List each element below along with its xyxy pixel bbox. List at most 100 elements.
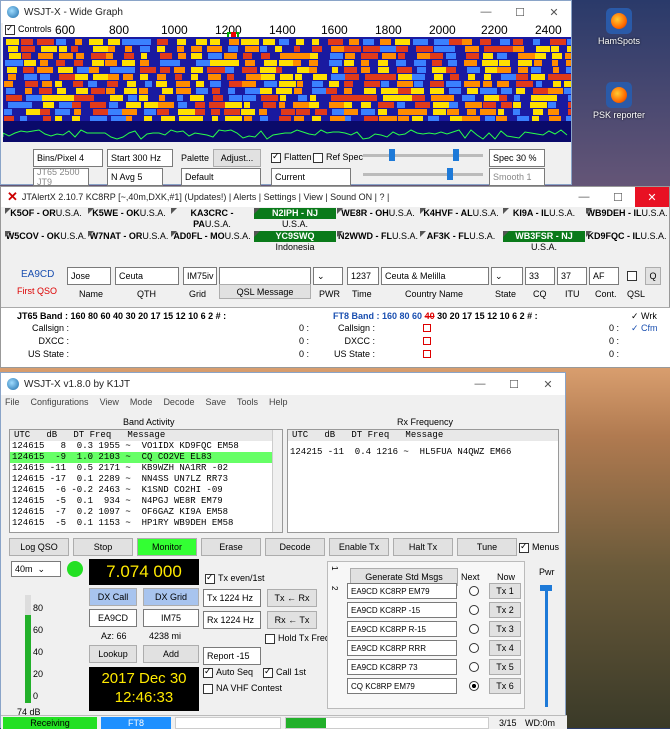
callsign-cell[interactable]: WB3FSR - NJ U.S.A. — [503, 231, 585, 253]
rx-frequency-panel[interactable]: UTC dB DT Freq Message 124215 -11 0.4 12… — [287, 429, 559, 533]
jt65-jt9-spinbox[interactable]: JT65 2500 JT9 — [33, 167, 89, 187]
tab-2[interactable]: 2 — [330, 586, 339, 590]
callsign-cell[interactable]: KA3CRC - PAU.S.A. — [171, 208, 253, 230]
next-radio[interactable] — [469, 586, 479, 596]
halt-tx-button[interactable]: Halt Tx — [393, 538, 453, 556]
report-spinbox[interactable]: Report -15 — [203, 647, 261, 665]
close-button[interactable]: ✕ — [635, 187, 669, 207]
current-select[interactable]: Current — [271, 168, 351, 186]
menu-tools[interactable]: Tools — [237, 397, 258, 409]
next-radio[interactable] — [469, 624, 479, 634]
minimize-button[interactable]: — — [469, 1, 503, 23]
enable-tx-button[interactable]: Enable Tx — [329, 538, 389, 556]
tx-even-checkbox[interactable] — [205, 573, 215, 584]
menu-file[interactable]: File — [5, 397, 20, 409]
flatten-checkbox[interactable] — [271, 152, 281, 163]
next-radio[interactable] — [469, 681, 479, 691]
tx-even-option[interactable]: Tx even/1st — [205, 573, 265, 584]
palette-select[interactable]: Default — [181, 168, 261, 186]
band-activity-scrollbar[interactable] — [272, 430, 282, 532]
start-freq-spinbox[interactable]: Start 300 Hz — [107, 149, 173, 167]
time-field[interactable]: 1237 — [347, 267, 379, 285]
cont-select[interactable]: AF — [589, 267, 619, 285]
grid-field[interactable]: IM75iv — [183, 267, 217, 285]
tab-1[interactable]: 1 — [330, 566, 339, 570]
monitor-button[interactable]: Monitor — [137, 538, 197, 556]
controls-toggle[interactable]: Controls — [5, 24, 52, 35]
decode-row[interactable]: 124615 -5 0.1 934 ~ N4PGJ WE8R EM79 — [10, 496, 282, 507]
ref-spec-checkbox[interactable] — [313, 152, 323, 163]
tx-1-button[interactable]: Tx 1 — [489, 583, 521, 599]
rx-freq-spinbox[interactable]: Rx 1224 Hz — [203, 611, 261, 629]
menu-mode[interactable]: Mode — [130, 397, 153, 409]
callsign-cell[interactable]: K5OF - ORU.S.A. — [5, 208, 87, 230]
qth-field[interactable]: Ceuta — [115, 267, 179, 285]
add-button[interactable]: Add — [143, 645, 199, 663]
adjust-button[interactable]: Adjust... — [213, 149, 261, 167]
smooth-spinbox[interactable]: Smooth 1 — [489, 168, 545, 186]
callsign-cell[interactable]: KI9A - ILU.S.A. — [503, 208, 585, 230]
maximize-button[interactable]: ☐ — [601, 187, 635, 207]
band-activity-panel[interactable]: UTC dB DT Freq Message 124615 8 0.3 1955… — [9, 429, 283, 533]
dx-call-button[interactable]: DX Call — [89, 588, 137, 606]
hold-tx-checkbox[interactable] — [265, 633, 275, 644]
n-avg-spinbox[interactable]: N Avg 5 — [107, 168, 163, 186]
next-radio[interactable] — [469, 643, 479, 653]
desktop-icon-hamspots[interactable]: HamSpots — [584, 8, 654, 46]
tx-2-button[interactable]: Tx 2 — [489, 602, 521, 618]
na-vhf-checkbox[interactable] — [203, 683, 213, 694]
menus-checkbox[interactable] — [519, 542, 529, 553]
tune-button[interactable]: Tune — [457, 538, 517, 556]
callsign-cell[interactable]: N2WWD - FLU.S.A. — [337, 231, 419, 253]
bins-per-pixel-spinbox[interactable]: Bins/Pixel 4 — [33, 149, 103, 167]
hold-tx-option[interactable]: Hold Tx Freq — [265, 633, 330, 644]
stop-button[interactable]: Stop — [73, 538, 133, 556]
qsl-message-button[interactable]: QSL Message — [219, 284, 311, 299]
flatten-option[interactable]: Flatten — [271, 152, 312, 163]
minimize-button[interactable]: — — [567, 187, 601, 207]
ref-spec-option[interactable]: Ref Spec — [313, 152, 363, 163]
power-slider[interactable] — [540, 585, 552, 707]
tx-3-button[interactable]: Tx 3 — [489, 621, 521, 637]
lookup-button[interactable]: Lookup — [89, 645, 137, 663]
tx-message-field[interactable]: EA9CD KC8RP -15 — [347, 602, 457, 618]
waterfall-display[interactable] — [3, 37, 571, 142]
callsign-cell[interactable]: W7NAT - ORU.S.A. — [88, 231, 170, 253]
callsign-cell[interactable]: W5COV - OKU.S.A. — [5, 231, 87, 253]
next-radio[interactable] — [469, 662, 479, 672]
menu-view[interactable]: View — [100, 397, 119, 409]
decode-row[interactable]: 124615 -17 0.1 2289 ~ NN4SS UN7LZ RR73 — [10, 474, 282, 485]
band-select[interactable]: 40m ⌄ — [11, 561, 61, 577]
qsl-message-field[interactable] — [219, 267, 311, 285]
decode-row[interactable]: 124615 8 0.3 1955 ~ VO1IDX KD9FQC EM58 — [10, 441, 282, 452]
na-vhf-option[interactable]: NA VHF Contest — [203, 683, 282, 694]
callsign-cell[interactable]: K5WE - OKU.S.A. — [88, 208, 170, 230]
decode-row[interactable]: 124615 -5 0.1 1153 ~ HP1RY WB9DEH EM58 — [10, 518, 282, 529]
gain-slider[interactable] — [363, 149, 483, 161]
callsign-cell[interactable]: WB9DEH - ILU.S.A. — [586, 208, 668, 230]
maximize-button[interactable]: ☐ — [503, 1, 537, 23]
menus-option[interactable]: Menus — [519, 542, 559, 553]
tx-message-field[interactable]: EA9CD KC8RP EM79 — [347, 583, 457, 599]
dx-grid-field[interactable]: IM75 — [143, 609, 199, 627]
dx-call-field[interactable]: EA9CD — [89, 609, 137, 627]
country-select[interactable]: Ceuta & Melilla — [381, 267, 489, 285]
tx-from-rx-button[interactable]: Tx ← Rx — [267, 589, 317, 607]
close-button[interactable]: ✕ — [537, 1, 571, 23]
auto-seq-checkbox[interactable] — [203, 667, 213, 678]
minimize-button[interactable]: — — [463, 373, 497, 395]
decode-row[interactable]: 124615 -6 -0.2 2463 ~ K1SND CO2HI -09 — [10, 485, 282, 496]
log-qso-button[interactable]: Log QSO — [9, 538, 69, 556]
menu-decode[interactable]: Decode — [163, 397, 194, 409]
tx-6-button[interactable]: Tx 6 — [489, 678, 521, 694]
next-radio[interactable] — [469, 605, 479, 615]
decode-row[interactable]: 124615 -7 0.2 1097 ~ OF6GAZ KI9A EM58 — [10, 507, 282, 518]
cq-select[interactable]: 33 — [525, 267, 555, 285]
dx-grid-button[interactable]: DX Grid — [143, 588, 199, 606]
callsign-cell[interactable]: KD9FQC - ILU.S.A. — [586, 231, 668, 253]
q-button[interactable]: Q — [645, 267, 661, 285]
menu-help[interactable]: Help — [269, 397, 288, 409]
spec-spinbox[interactable]: Spec 30 % — [489, 149, 545, 167]
decode-button[interactable]: Decode — [265, 538, 325, 556]
pwr-select[interactable]: ⌄ — [313, 267, 343, 285]
